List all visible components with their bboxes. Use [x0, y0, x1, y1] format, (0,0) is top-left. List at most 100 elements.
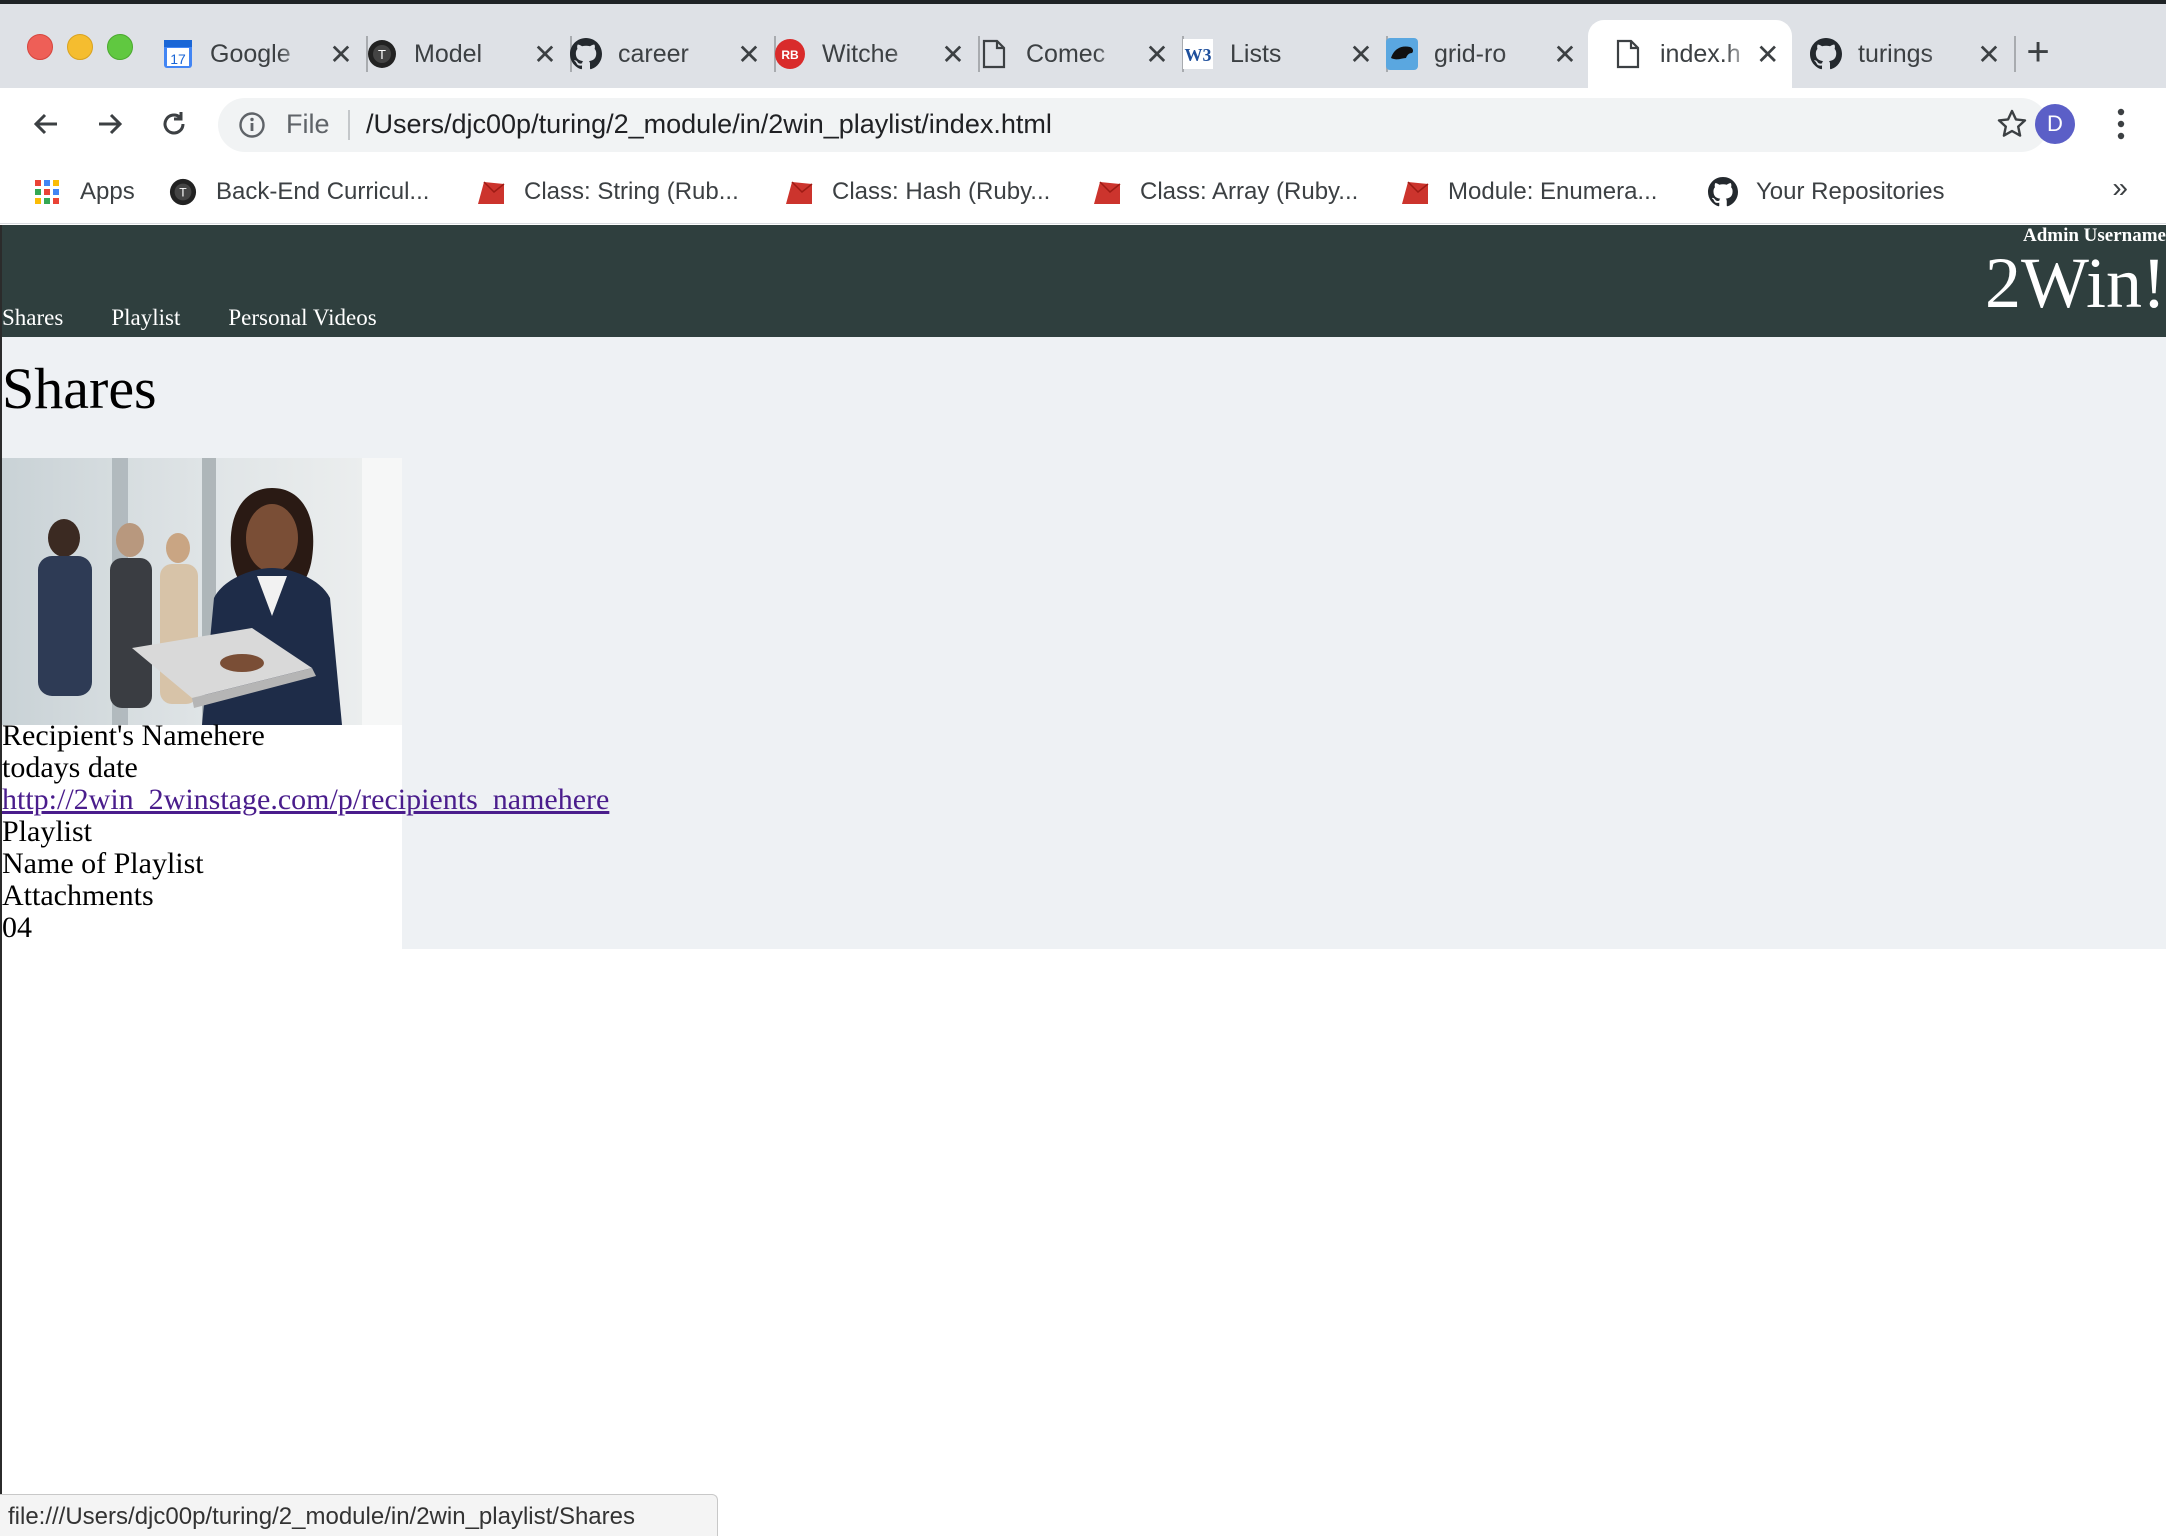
tab-title: Model — [414, 39, 483, 68]
tab-title: grid-ro — [1434, 39, 1507, 68]
status-bar: file:///Users/djc00p/turing/2_module/in/… — [0, 1494, 718, 1536]
github-icon — [1810, 38, 1842, 70]
browser-tab[interactable]: W3 Lists ✕ — [1182, 20, 1388, 88]
svg-text:T: T — [179, 186, 187, 200]
bookmark-label: Apps — [80, 178, 135, 205]
w3schools-icon: W3 — [1182, 38, 1214, 70]
bookmark-label: Back-End Curricul... — [216, 178, 430, 205]
page-title: Shares — [2, 356, 157, 421]
browser-tab[interactable]: 17 Google ✕ — [162, 20, 368, 88]
tab-close-icon[interactable]: ✕ — [530, 38, 560, 71]
playlist-label: Playlist — [2, 815, 93, 848]
browser-toolbar: File /Users/djc00p/turing/2_module/in/2w… — [0, 88, 2166, 160]
turing-icon: T — [366, 38, 398, 70]
attachments-count: 04 — [2, 911, 32, 944]
nav-link-shares[interactable]: Shares — [2, 305, 63, 331]
bookmark-item[interactable]: Your Repositories — [1708, 172, 1945, 212]
site-logo[interactable]: 2Win! — [1985, 243, 2166, 323]
bookmark-label: Your Repositories — [1756, 178, 1945, 205]
ruby-icon — [476, 177, 506, 207]
minimize-window-button[interactable] — [67, 34, 93, 60]
tab-close-icon[interactable]: ✕ — [1550, 38, 1580, 71]
browser-tab[interactable]: Comec ✕ — [978, 20, 1184, 88]
share-card: Recipient's Namehere todays date http://… — [2, 458, 609, 949]
bookmark-item[interactable]: T Back-End Curricul... — [168, 172, 429, 212]
tab-close-icon[interactable]: ✕ — [734, 38, 764, 71]
window-top-edge — [0, 0, 2166, 4]
reload-icon — [163, 112, 185, 135]
tab-separator — [2014, 36, 2016, 72]
new-tab-button[interactable]: + — [2018, 30, 2058, 74]
github-icon — [570, 38, 602, 70]
playlist-name: Name of Playlist — [2, 847, 204, 880]
tab-close-icon[interactable]: ✕ — [1346, 38, 1376, 71]
nav-link-playlist[interactable]: Playlist — [111, 305, 180, 331]
browser-tab[interactable]: RB Witche ✕ — [774, 20, 980, 88]
svg-text:W3: W3 — [1185, 45, 1212, 65]
bookmark-star-icon[interactable] — [1996, 108, 2028, 145]
nav-link-personal-videos[interactable]: Personal Videos — [228, 305, 376, 331]
tab-close-icon[interactable]: ✕ — [938, 38, 968, 71]
github-icon — [1708, 177, 1738, 207]
more-menu-icon[interactable] — [2106, 102, 2136, 146]
url-text[interactable]: /Users/djc00p/turing/2_module/in/2win_pl… — [366, 109, 1052, 140]
forward-button[interactable] — [88, 102, 132, 146]
tab-close-icon[interactable]: ✕ — [1974, 38, 2004, 71]
bookmark-label: Class: String (Rub... — [524, 178, 739, 205]
document-icon — [978, 38, 1010, 70]
reload-button[interactable] — [152, 102, 196, 146]
tab-close-icon[interactable]: ✕ — [1753, 38, 1782, 71]
turing-icon: T — [168, 177, 198, 207]
close-window-button[interactable] — [27, 34, 53, 60]
tab-title: Lists — [1230, 39, 1282, 68]
svg-text:T: T — [378, 47, 386, 62]
document-icon — [1612, 38, 1644, 70]
ruby-icon — [1092, 177, 1122, 207]
ruby-icon — [1400, 177, 1430, 207]
svg-text:17: 17 — [170, 51, 186, 67]
bookmarks-bar: Apps T Back-End Curricul... Class: Strin… — [0, 160, 2166, 224]
tab-close-icon[interactable]: ✕ — [326, 38, 356, 71]
browser-tab[interactable]: T Model ✕ — [366, 20, 572, 88]
tab-title: index.h — [1660, 39, 1741, 68]
bookmark-item[interactable]: Apps — [32, 172, 135, 212]
arrow-left-icon — [33, 113, 57, 135]
ruby-icon — [784, 177, 814, 207]
address-bar[interactable]: File /Users/djc00p/turing/2_module/in/2w… — [218, 98, 2048, 152]
shares-section: Shares Recipient's Namehere todays date … — [2, 337, 2166, 949]
bookmark-label: Class: Array (Ruby... — [1140, 178, 1359, 205]
bookmark-item[interactable]: Class: Hash (Ruby... — [784, 172, 1050, 212]
google-calendar-icon: 17 — [162, 38, 194, 70]
bookmark-item[interactable]: Class: Array (Ruby... — [1092, 172, 1358, 212]
browser-tab[interactable]: turings ✕ — [1810, 20, 2016, 88]
tab-title: Witche — [822, 39, 899, 68]
omnibox-divider — [348, 110, 350, 140]
tab-title: Google — [210, 39, 291, 68]
info-icon[interactable] — [238, 111, 266, 144]
browser-tab-active[interactable]: index.h ✕ — [1588, 20, 1792, 88]
apps-grid-icon — [32, 177, 62, 207]
browser-tab[interactable]: career ✕ — [570, 20, 776, 88]
browser-tab[interactable]: grid-ro ✕ — [1386, 20, 1592, 88]
zoom-window-button[interactable] — [107, 34, 133, 60]
bookmark-label: Class: Hash (Ruby... — [832, 178, 1051, 205]
tab-title: turings — [1858, 39, 1934, 68]
profile-avatar[interactable]: D — [2035, 104, 2075, 144]
browser-tab-strip: 17 Google ✕ T Model ✕ career ✕ RB Witche… — [0, 0, 2166, 88]
share-link[interactable]: http://2win_2winstage.com/p/recipients_n… — [2, 783, 609, 816]
share-details: Recipient's Namehere todays date http://… — [2, 720, 609, 944]
arrow-right-icon — [99, 113, 123, 135]
recipient-name: Recipient's Namehere — [2, 719, 265, 752]
site-nav: Shares Playlist Personal Videos — [2, 299, 425, 337]
tab-title: Comec — [1026, 39, 1106, 68]
tab-title: career — [618, 39, 689, 68]
back-button[interactable] — [24, 102, 68, 146]
bookmark-label: Module: Enumera... — [1448, 178, 1658, 205]
bookmark-item[interactable]: Class: String (Rub... — [476, 172, 739, 212]
bookmarks-overflow-button[interactable]: » — [2112, 172, 2128, 204]
svg-text:RB: RB — [781, 48, 799, 62]
panther-icon — [1386, 38, 1418, 70]
tab-close-icon[interactable]: ✕ — [1142, 38, 1172, 71]
rubberduck-icon: RB — [774, 38, 806, 70]
bookmark-item[interactable]: Module: Enumera... — [1400, 172, 1657, 212]
